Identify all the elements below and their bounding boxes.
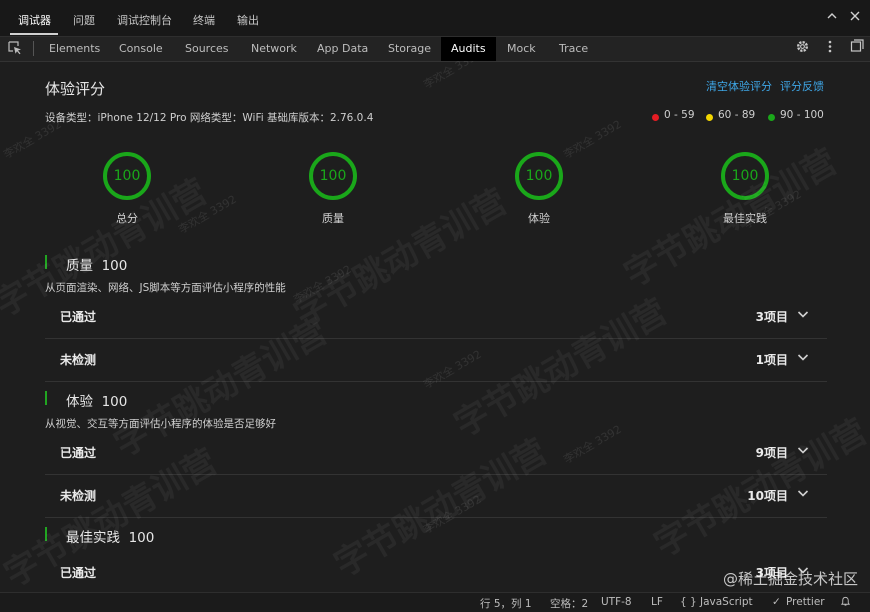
tab-terminal[interactable]: 终端 xyxy=(193,12,215,28)
formatter[interactable]: Prettier xyxy=(786,596,825,608)
row-label: 未检测 xyxy=(60,353,97,367)
row-label: 未检测 xyxy=(60,489,97,503)
audit-row-best-practice-passed[interactable]: 已通过 3项目 xyxy=(45,551,827,592)
status-bar: 行 5，列 1 空格：2 UTF-8 LF { } JavaScript ✓ P… xyxy=(0,592,870,612)
clear-score-link[interactable]: 清空体验评分 xyxy=(706,78,772,94)
tab-app-data[interactable]: App Data xyxy=(307,37,378,61)
tab-trace[interactable]: Trace xyxy=(549,37,598,61)
section-desc-experience: 从视觉、交互等方面评估小程序的体验是否足够好 xyxy=(45,418,276,430)
notifications-icon[interactable] xyxy=(840,596,851,610)
tab-console[interactable]: Console xyxy=(109,37,173,61)
chevron-down-icon[interactable] xyxy=(797,445,809,455)
legend-green-dot xyxy=(768,114,775,121)
score-label-experience: 体验 xyxy=(528,212,550,225)
row-count: 9项目 xyxy=(755,446,788,460)
toolbar-divider xyxy=(33,41,34,56)
section-title-best-practice: 最佳实践 100 xyxy=(66,530,155,546)
row-label: 已通过 xyxy=(60,566,97,580)
encoding[interactable]: UTF-8 xyxy=(601,596,632,608)
row-count: 3项目 xyxy=(755,310,788,324)
device-info: 设备类型：iPhone 12/12 Pro 网络类型：WiFi 基础库版本：2.… xyxy=(45,112,374,124)
watermark-user: 李欢全 3392 xyxy=(421,61,484,92)
language-mode[interactable]: JavaScript xyxy=(700,596,753,608)
section-marker xyxy=(45,527,47,541)
legend-green-label: 90 - 100 xyxy=(780,109,824,121)
legend-red-dot xyxy=(652,114,659,121)
indent-setting[interactable]: 空格：2 xyxy=(550,596,588,611)
tab-storage[interactable]: Storage xyxy=(378,37,441,61)
chevron-down-icon[interactable] xyxy=(797,352,809,362)
legend-yellow-label: 60 - 89 xyxy=(718,109,756,121)
chevron-down-icon[interactable] xyxy=(797,309,809,319)
tab-mock[interactable]: Mock xyxy=(497,37,546,61)
tab-problems[interactable]: 问题 xyxy=(73,12,95,28)
tab-elements[interactable]: Elements xyxy=(39,37,110,61)
legend-red-label: 0 - 59 xyxy=(664,109,695,121)
row-count: 10项目 xyxy=(747,489,788,503)
score-label-quality: 质量 xyxy=(322,212,344,225)
audits-panel: 体验评分 清空体验评分 评分反馈 设备类型：iPhone 12/12 Pro 网… xyxy=(0,61,870,592)
more-vertical-icon[interactable] xyxy=(826,39,834,58)
panel-tab-bar: 调试器 问题 调试控制台 终端 输出 xyxy=(0,0,870,36)
watermark-user: 李欢全 3392 xyxy=(561,117,624,162)
score-gauge-experience: 100 xyxy=(515,152,563,200)
watermark-brand: @稀土掘金技术社区 xyxy=(722,570,858,588)
inspect-element-icon[interactable] xyxy=(8,41,22,55)
score-gauge-total: 100 xyxy=(103,152,151,200)
dock-icon[interactable] xyxy=(850,39,864,57)
watermark-user: 李欢全 3392 xyxy=(176,192,239,237)
tab-network[interactable]: Network xyxy=(241,37,307,61)
cursor-position[interactable]: 行 5，列 1 xyxy=(480,596,532,611)
score-gauge-quality: 100 xyxy=(309,152,357,200)
audit-row-experience-passed[interactable]: 已通过 9项目 xyxy=(45,431,827,475)
tab-sources[interactable]: Sources xyxy=(175,37,239,61)
close-icon[interactable] xyxy=(849,10,861,26)
page-title: 体验评分 xyxy=(45,80,106,98)
line-ending[interactable]: LF xyxy=(651,596,663,608)
check-icon: ✓ xyxy=(772,596,781,608)
section-marker xyxy=(45,255,47,269)
tab-audits[interactable]: Audits xyxy=(441,37,496,61)
language-braces-icon: { } xyxy=(680,596,697,608)
chevron-up-icon[interactable] xyxy=(826,10,838,26)
tab-output[interactable]: 输出 xyxy=(237,12,259,28)
section-marker xyxy=(45,391,47,405)
audit-row-experience-unchecked[interactable]: 未检测 10项目 xyxy=(45,474,827,518)
tab-debugger[interactable]: 调试器 xyxy=(18,12,51,28)
chevron-down-icon[interactable] xyxy=(797,488,809,498)
gear-icon[interactable] xyxy=(795,39,810,58)
row-label: 已通过 xyxy=(60,310,97,324)
section-title-experience: 体验 100 xyxy=(66,394,128,410)
score-label-best-practice: 最佳实践 xyxy=(723,212,767,225)
row-count: 1项目 xyxy=(755,353,788,367)
section-title-quality: 质量 100 xyxy=(66,258,128,274)
score-gauge-best-practice: 100 xyxy=(721,152,769,200)
section-desc-quality: 从页面渲染、网络、JS脚本等方面评估小程序的性能 xyxy=(45,282,286,294)
row-label: 已通过 xyxy=(60,446,97,460)
audit-row-quality-unchecked[interactable]: 未检测 1项目 xyxy=(45,338,827,382)
score-label-total: 总分 xyxy=(116,212,138,225)
tab-debug-console[interactable]: 调试控制台 xyxy=(117,12,172,28)
active-tab-indicator xyxy=(10,33,58,35)
devtools-tab-bar: Elements Console Sources Network App Dat… xyxy=(0,36,870,62)
audit-row-quality-passed[interactable]: 已通过 3项目 xyxy=(45,295,827,339)
legend-yellow-dot xyxy=(706,114,713,121)
score-feedback-link[interactable]: 评分反馈 xyxy=(780,78,824,94)
